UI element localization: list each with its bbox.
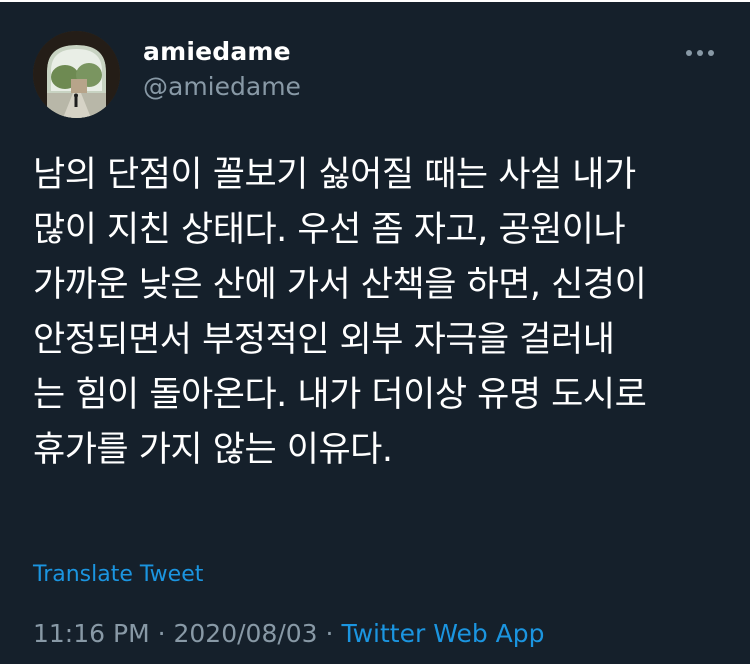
avatar[interactable] bbox=[33, 31, 120, 118]
tweet-date[interactable]: 2020/08/03 bbox=[174, 619, 318, 648]
avatar-photo bbox=[33, 31, 120, 118]
tweet-text: 남의 단점이 꼴보기 싫어질 때는 사실 내가 많이 지친 상태다. 우선 좀 … bbox=[33, 155, 647, 470]
tweet-metadata: 11:16 PM · 2020/08/03 · Twitter Web App bbox=[33, 619, 544, 648]
author-handle[interactable]: @amiedame bbox=[143, 72, 301, 101]
tweet-source-link[interactable]: Twitter Web App bbox=[341, 619, 544, 648]
tweet-card: amiedame @amiedame 남의 단점이 꼴보기 싫어질 때는 사실 … bbox=[0, 0, 750, 664]
tweet-time[interactable]: 11:16 PM bbox=[33, 619, 150, 648]
meta-separator-2: · bbox=[325, 619, 334, 648]
meta-separator: · bbox=[157, 619, 166, 648]
more-options-button[interactable] bbox=[680, 40, 720, 66]
author-display-name[interactable]: amiedame bbox=[143, 37, 291, 66]
translate-tweet-link[interactable]: Translate Tweet bbox=[33, 562, 203, 587]
more-horizontal-icon bbox=[686, 50, 714, 56]
